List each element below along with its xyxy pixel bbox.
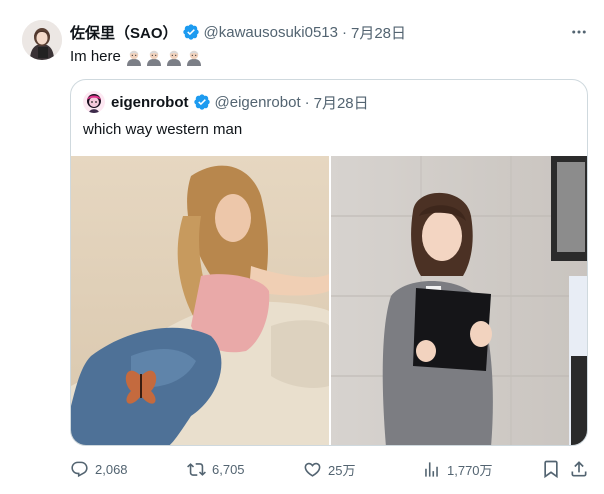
tweet[interactable]: 佐保里（SAO） @kawausosuki0513 · 7月28日 Im her… — [0, 0, 604, 494]
tweet-date[interactable]: 7月28日 — [351, 22, 406, 43]
quoted-tweet-text: which way western man — [83, 121, 243, 138]
photo-woman-in-office[interactable] — [331, 156, 587, 445]
person-emoji-icon — [166, 50, 181, 66]
quoted-tweet-header: eigenrobot @eigenrobot · 7月28日 — [83, 91, 369, 113]
quoted-tweet-date[interactable]: 7月28日 — [314, 92, 369, 113]
person-emoji-icon — [126, 50, 141, 66]
tweet-header: 佐保里（SAO） @kawausosuki0513 · 7月28日 — [70, 22, 406, 42]
person-emoji-icon — [186, 50, 201, 66]
tweet-text-content: Im here — [70, 48, 121, 65]
view-count: 1,770万 — [447, 462, 493, 478]
quoted-author-name[interactable]: eigenrobot — [111, 94, 189, 111]
quoted-media — [71, 156, 587, 445]
tweet-actions: 2,068 6,705 25万 1,770万 — [70, 458, 590, 480]
verified-badge-icon — [182, 23, 200, 41]
separator: · — [342, 23, 347, 41]
bookmark-button[interactable] — [541, 458, 567, 480]
author-handle[interactable]: @kawausosuki0513 — [204, 24, 338, 41]
like-count: 25万 — [328, 462, 356, 478]
quoted-author-handle[interactable]: @eigenrobot — [215, 94, 301, 111]
quoted-author-avatar[interactable] — [83, 91, 105, 113]
photo-woman-on-sofa[interactable] — [71, 156, 329, 445]
like-button[interactable]: 25万 — [303, 458, 355, 480]
verified-badge-icon — [193, 93, 211, 111]
reply-icon — [71, 461, 88, 477]
emoji-row — [123, 48, 203, 66]
author-name[interactable]: 佐保里（SAO） — [70, 22, 178, 43]
share-button[interactable] — [569, 458, 595, 480]
heart-icon — [304, 462, 321, 477]
repost-icon — [187, 462, 206, 476]
repost-count: 6,705 — [212, 461, 245, 477]
views-icon — [425, 461, 438, 477]
bookmark-icon — [544, 460, 558, 479]
reply-count: 2,068 — [95, 461, 128, 477]
separator: · — [304, 93, 310, 111]
share-icon — [571, 461, 587, 477]
author-avatar[interactable] — [22, 20, 62, 60]
repost-button[interactable]: 6,705 — [187, 458, 245, 480]
views-button[interactable]: 1,770万 — [422, 458, 493, 480]
person-emoji-icon — [146, 50, 161, 66]
quoted-tweet[interactable]: eigenrobot @eigenrobot · 7月28日 which way… — [70, 79, 588, 446]
reply-button[interactable]: 2,068 — [70, 458, 128, 480]
more-options-icon[interactable] — [568, 22, 590, 42]
tweet-text: Im here — [70, 47, 203, 67]
